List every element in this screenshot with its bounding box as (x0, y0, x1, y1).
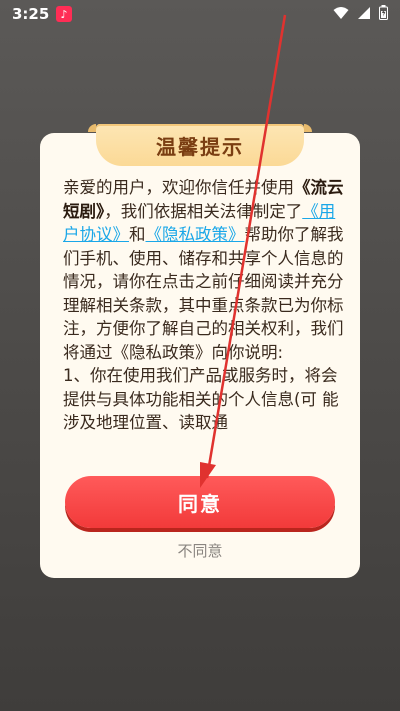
body-text-part2: ，我们依据相关法律制定了 (104, 201, 303, 221)
status-time: 3:25 (12, 5, 50, 23)
disagree-button[interactable]: 不同意 (140, 538, 260, 562)
dialog-title: 温馨提示 (156, 134, 244, 159)
agree-button[interactable]: 同意 (65, 476, 335, 528)
body-text-part4: 帮助你了解我们手机、使用、储存和共享个人信息的情况，请你在点击之前仔细阅读并充分… (63, 225, 344, 362)
signal-icon (358, 6, 370, 19)
battery-icon (379, 5, 388, 20)
body-text-part1: 亲爱的用户，欢迎你信任并使用 (63, 178, 294, 197)
dialog-title-tab: 温馨提示 (88, 124, 312, 166)
status-icons (333, 5, 388, 20)
privacy-policy-link[interactable]: 《隐私政策》 (146, 225, 245, 244)
body-text-item1: 1、你在使用我们产品或服务时，将会提供与具体功能相关的个人信息(可 能涉及地理位… (63, 366, 339, 432)
dialog-body-text[interactable]: 亲爱的用户，欢迎你信任并使用《流云短剧》，我们依据相关法律制定了《用户协议》和《… (63, 176, 345, 458)
music-note-icon: ♪ (56, 6, 72, 22)
wifi-icon (333, 6, 349, 19)
status-bar: 3:25 ♪ (0, 0, 400, 28)
body-text-part3: 和 (129, 225, 146, 244)
